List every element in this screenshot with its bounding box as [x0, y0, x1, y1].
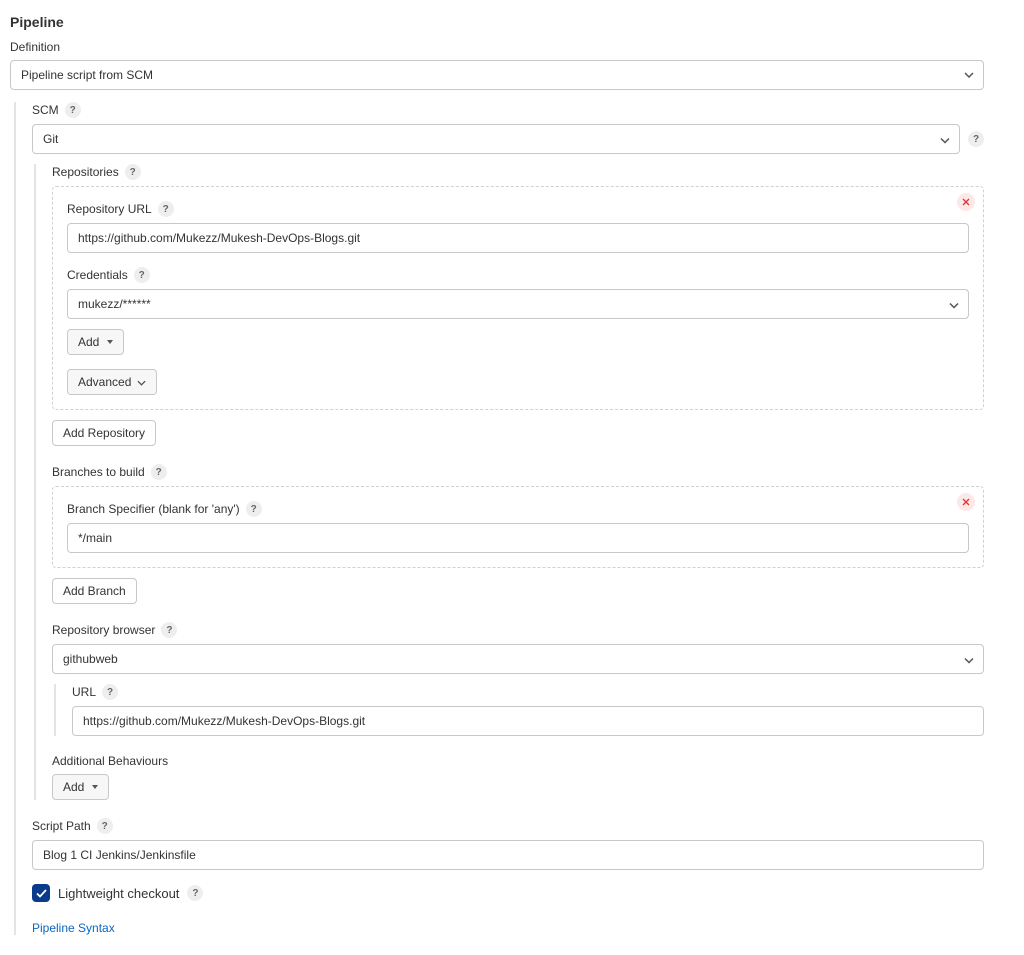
add-repository-button[interactable]: Add Repository — [52, 420, 156, 446]
branches-label: Branches to build ? — [52, 464, 984, 480]
scm-select[interactable]: Git — [32, 124, 960, 154]
additional-behaviours-label: Additional Behaviours — [52, 754, 984, 768]
branch-specifier-input[interactable] — [67, 523, 969, 553]
page-title: Pipeline — [10, 14, 984, 30]
help-icon[interactable]: ? — [65, 102, 81, 118]
credentials-select[interactable]: mukezz/****** — [67, 289, 969, 319]
chevron-down-icon — [137, 375, 146, 389]
repository-panel: Repository URL ? Credentials ? mukezz/**… — [52, 186, 984, 410]
credentials-label: Credentials ? — [67, 267, 969, 283]
help-icon[interactable]: ? — [151, 464, 167, 480]
pipeline-syntax-link[interactable]: Pipeline Syntax — [32, 921, 115, 935]
lightweight-checkout-label: Lightweight checkout — [58, 886, 179, 901]
browser-url-input[interactable] — [72, 706, 984, 736]
remove-repository-button[interactable] — [957, 193, 975, 211]
help-icon[interactable]: ? — [158, 201, 174, 217]
lightweight-checkout-checkbox[interactable] — [32, 884, 50, 902]
help-icon[interactable]: ? — [102, 684, 118, 700]
help-icon[interactable]: ? — [246, 501, 262, 517]
remove-branch-button[interactable] — [957, 493, 975, 511]
advanced-button[interactable]: Advanced — [67, 369, 157, 395]
caret-down-icon — [92, 785, 98, 789]
caret-down-icon — [107, 340, 113, 344]
add-branch-button[interactable]: Add Branch — [52, 578, 137, 604]
browser-url-label: URL ? — [72, 684, 984, 700]
branch-panel: Branch Specifier (blank for 'any') ? — [52, 486, 984, 568]
repositories-label: Repositories ? — [52, 164, 984, 180]
repo-browser-select[interactable]: githubweb — [52, 644, 984, 674]
definition-label: Definition — [10, 40, 984, 54]
script-path-input[interactable] — [32, 840, 984, 870]
help-icon[interactable]: ? — [125, 164, 141, 180]
help-icon[interactable]: ? — [134, 267, 150, 283]
repo-url-label: Repository URL ? — [67, 201, 969, 217]
definition-select[interactable]: Pipeline script from SCM — [10, 60, 984, 90]
help-icon[interactable]: ? — [97, 818, 113, 834]
branch-specifier-label: Branch Specifier (blank for 'any') ? — [67, 501, 969, 517]
script-path-label: Script Path ? — [32, 818, 984, 834]
help-icon[interactable]: ? — [161, 622, 177, 638]
add-behaviour-button[interactable]: Add — [52, 774, 109, 800]
repo-url-input[interactable] — [67, 223, 969, 253]
add-credentials-button[interactable]: Add — [67, 329, 124, 355]
help-icon[interactable]: ? — [968, 131, 984, 147]
scm-label: SCM ? — [32, 102, 984, 118]
repo-browser-label: Repository browser ? — [52, 622, 984, 638]
help-icon[interactable]: ? — [187, 885, 203, 901]
